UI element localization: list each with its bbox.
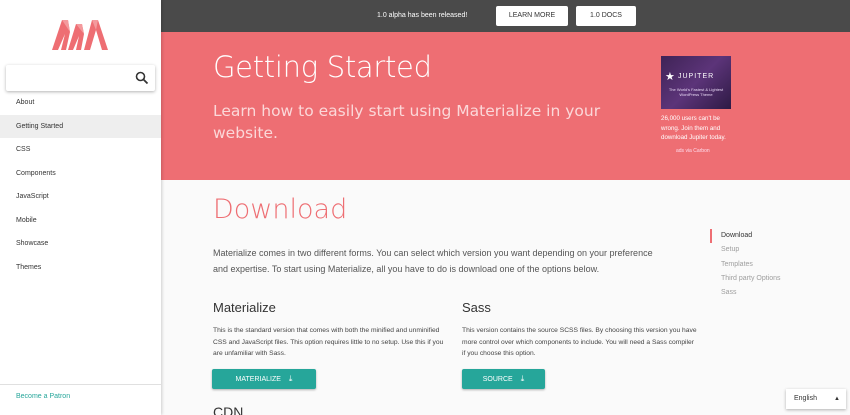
download-source-button[interactable]: SOURCE ⤓: [462, 369, 545, 389]
sidebar-item-about[interactable]: About: [0, 91, 161, 115]
sidebar-item-javascript[interactable]: JavaScript: [0, 185, 161, 209]
sidebar-item-components[interactable]: Components: [0, 162, 161, 186]
sass-title: Sass: [462, 300, 491, 315]
sidebar-item-getting-started[interactable]: Getting Started: [0, 114, 161, 138]
toc-item-sass[interactable]: Sass: [710, 286, 781, 300]
ad-banner-image[interactable]: ★ JUPITER The World's Fastest & Lightest…: [661, 56, 731, 109]
sidebar-item-mobile[interactable]: Mobile: [0, 209, 161, 233]
toc-item-third-party-options[interactable]: Third party Options: [710, 272, 781, 286]
materialize-button-label: MATERIALIZE: [235, 376, 281, 383]
sidebar-nav: About Getting Started CSS Components Jav…: [0, 91, 161, 279]
table-of-contents: Download Setup Templates Third party Opt…: [710, 229, 781, 300]
become-patron-link[interactable]: Become a Patron: [16, 393, 70, 400]
materialize-logo-icon[interactable]: [48, 16, 112, 52]
sidebar-item-themes[interactable]: Themes: [0, 256, 161, 280]
sidebar-item-css[interactable]: CSS: [0, 138, 161, 162]
language-selector[interactable]: English ▲: [786, 389, 846, 409]
materialize-description: This is the standard version that comes …: [213, 327, 444, 358]
ad-text[interactable]: 26,000 users can't be wrong. Join them a…: [661, 114, 737, 143]
docs-button[interactable]: 1.0 DOCS: [576, 6, 636, 26]
language-value: English: [794, 395, 817, 402]
page-title: Getting Started: [213, 50, 432, 84]
caret-up-icon: ▲: [834, 396, 840, 402]
materialize-title: Materialize: [213, 300, 276, 315]
download-intro: Materialize comes in two different forms…: [213, 248, 653, 274]
sidebar: About Getting Started CSS Components Jav…: [0, 0, 161, 415]
download-icon: ⤓: [288, 374, 293, 383]
search-icon[interactable]: [135, 71, 149, 85]
toc-item-setup[interactable]: Setup: [710, 243, 781, 257]
download-icon: ⤓: [520, 374, 525, 383]
sidebar-item-showcase[interactable]: Showcase: [0, 232, 161, 256]
search-field[interactable]: [6, 65, 155, 91]
sidebar-footer: Become a Patron: [0, 384, 161, 415]
ad-via-link[interactable]: ads via Carbon: [676, 148, 710, 154]
page-subtitle: Learn how to easily start using Material…: [213, 102, 601, 142]
sass-description: This version contains the source SCSS fi…: [462, 327, 697, 358]
source-button-label: SOURCE: [482, 376, 513, 383]
star-icon: ★: [665, 71, 675, 83]
toc-item-templates[interactable]: Templates: [710, 258, 781, 272]
hero-header: Getting Started Learn how to easily star…: [161, 32, 850, 180]
ad-brand: JUPITER: [678, 73, 715, 80]
announcement-text: 1.0 alpha has been released!: [377, 12, 468, 19]
download-materialize-button[interactable]: MATERIALIZE ⤓: [212, 369, 316, 389]
section-heading-download: Download: [213, 194, 348, 225]
toc-item-download[interactable]: Download: [710, 229, 781, 244]
announcement-bar: 1.0 alpha has been released! LEARN MORE …: [161, 0, 850, 32]
section-heading-cdn: CDN: [213, 404, 244, 415]
learn-more-button[interactable]: LEARN MORE: [496, 6, 568, 26]
main-content: Download Materialize comes in two differ…: [161, 180, 850, 415]
ad-tagline: The World's Fastest & Lightest WordPress…: [668, 87, 724, 97]
